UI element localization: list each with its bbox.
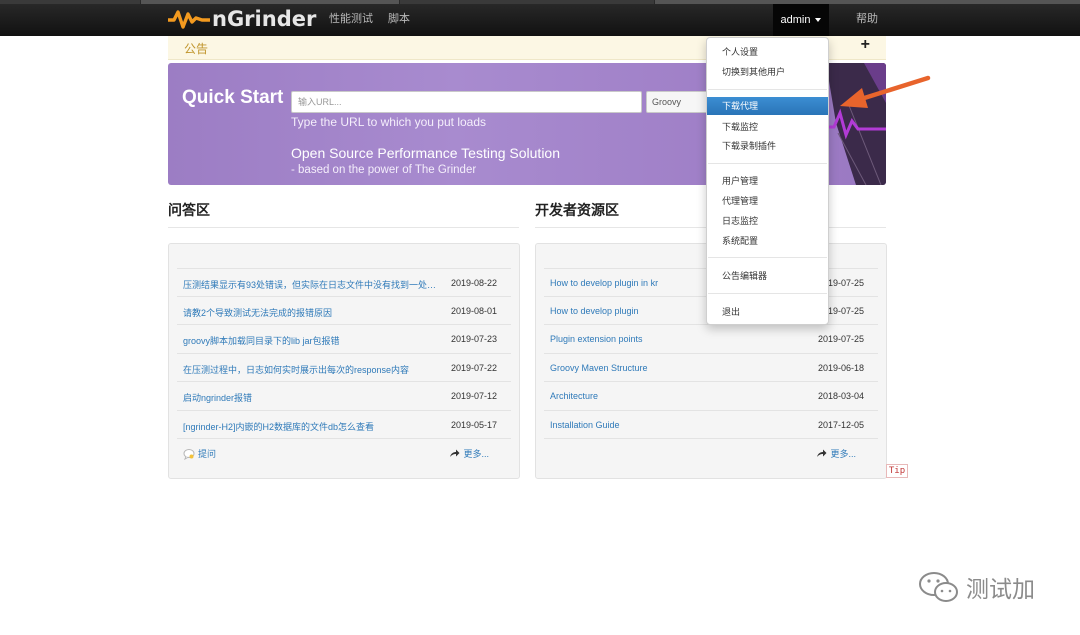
- qa-section-title: 问答区: [168, 202, 210, 218]
- divider: [168, 227, 519, 228]
- nav-script[interactable]: 脚本: [388, 10, 410, 26]
- slogan: Open Source Performance Testing Solution: [291, 145, 561, 161]
- table-row[interactable]: Architecture 2018-03-04: [544, 381, 878, 409]
- table-row[interactable]: 请教2个导致测试无法完成的报错原因 2019-08-01: [177, 296, 511, 324]
- menu-item-download-recorder[interactable]: 下载录制插件: [707, 137, 828, 155]
- ask-question-link[interactable]: 提问: [183, 447, 216, 460]
- menu-item-personal-settings[interactable]: 个人设置: [707, 43, 828, 61]
- watermark-text: 测试加: [966, 576, 1035, 602]
- resource-link[interactable]: Groovy Maven Structure: [550, 363, 808, 373]
- user-dropdown-menu: 个人设置 切换到其他用户 下载代理 下载监控 下载录制插件 用户管理 代理管理 …: [706, 37, 829, 325]
- dev-footer: 更多...: [544, 438, 878, 466]
- menu-item-download-agent[interactable]: 下载代理: [707, 97, 828, 115]
- resource-link[interactable]: Architecture: [550, 391, 808, 401]
- resource-date: 2019-06-18: [817, 363, 864, 373]
- page: nGrinder 性能测试 脚本 admin 帮助 公告 + Quick Sta…: [0, 0, 1080, 635]
- wechat-icon: [919, 572, 958, 602]
- username: admin: [780, 14, 811, 26]
- qa-more-link[interactable]: 更多...: [449, 447, 489, 460]
- table-row[interactable]: groovy脚本加载同目录下的lib jar包报错 2019-07-23: [177, 324, 511, 352]
- nav-performance-test[interactable]: 性能测试: [329, 10, 373, 26]
- menu-item-user-management[interactable]: 用户管理: [707, 172, 828, 190]
- user-menu-toggle[interactable]: admin: [773, 4, 829, 36]
- more-label: 更多...: [830, 449, 856, 459]
- table-row[interactable]: 压测结果显示有93处错误，但实际在日志文件中没有找到一处错误 2019-08-22: [177, 268, 511, 296]
- quick-start-title: Quick Start: [182, 87, 284, 108]
- table-row[interactable]: 在压测过程中，日志如何实时展示出每次的response内容 2019-07-22: [177, 353, 511, 381]
- dev-more-link[interactable]: 更多...: [816, 447, 856, 460]
- ngrinder-logo[interactable]: nGrinder: [168, 6, 316, 32]
- table-row[interactable]: 启动ngrinder报错 2019-07-12: [177, 381, 511, 409]
- dev-section-title: 开发者资源区: [535, 202, 619, 218]
- resource-date: 2017-12-05: [817, 420, 864, 430]
- browser-tab-strip: [0, 0, 1080, 4]
- question-link[interactable]: [ngrinder-H2]内嵌的H2数据库的文件db怎么查看: [183, 420, 441, 433]
- question-date: 2019-07-23: [450, 334, 497, 344]
- menu-item-system-config[interactable]: 系统配置: [707, 232, 828, 250]
- question-link[interactable]: 压测结果显示有93处错误，但实际在日志文件中没有找到一处错误: [183, 278, 441, 291]
- notice-title: 公告: [184, 42, 209, 56]
- table-row[interactable]: Installation Guide 2017-12-05: [544, 410, 878, 438]
- wechat-watermark: 测试加: [918, 570, 1035, 604]
- resource-link[interactable]: Plugin extension points: [550, 334, 808, 344]
- table-row[interactable]: Plugin extension points 2019-07-25: [544, 324, 878, 352]
- menu-item-switch-user[interactable]: 切换到其他用户: [707, 63, 828, 81]
- menu-item-log-monitor[interactable]: 日志监控: [707, 212, 828, 230]
- question-date: 2019-07-12: [450, 391, 497, 401]
- question-link[interactable]: 在压测过程中，日志如何实时展示出每次的response内容: [183, 363, 441, 376]
- speech-bubble-icon: [183, 448, 195, 460]
- more-label: 更多...: [463, 449, 489, 459]
- question-link[interactable]: groovy脚本加载同目录下的lib jar包报错: [183, 334, 441, 347]
- menu-divider: [708, 89, 827, 90]
- menu-divider: [708, 257, 827, 258]
- annotation-arrow-icon: [840, 75, 931, 108]
- question-date: 2019-07-22: [450, 363, 497, 373]
- resource-date: 2018-03-04: [817, 391, 864, 401]
- ask-label: 提问: [198, 449, 217, 459]
- question-link[interactable]: 启动ngrinder报错: [183, 391, 441, 404]
- slogan-sub: - based on the power of The Grinder: [291, 164, 477, 176]
- menu-item-agent-management[interactable]: 代理管理: [707, 192, 828, 210]
- resource-link[interactable]: Installation Guide: [550, 420, 808, 430]
- menu-divider: [708, 163, 827, 164]
- pulse-logo-icon: [168, 10, 210, 29]
- menu-item-logout[interactable]: 退出: [707, 303, 828, 321]
- brand-name: nGrinder: [212, 7, 317, 31]
- url-input[interactable]: 输入URL...: [291, 91, 642, 113]
- question-date: 2019-08-01: [450, 306, 497, 316]
- question-date: 2019-08-22: [450, 278, 497, 288]
- share-arrow-icon: [450, 449, 460, 457]
- qa-panel: 压测结果显示有93处错误，但实际在日志文件中没有找到一处错误 2019-08-22…: [168, 243, 520, 479]
- question-link[interactable]: 请教2个导致测试无法完成的报错原因: [183, 306, 441, 319]
- expand-notice-icon[interactable]: +: [861, 36, 870, 54]
- nav-help[interactable]: 帮助: [856, 10, 878, 26]
- menu-item-notice-editor[interactable]: 公告编辑器: [707, 267, 828, 285]
- menu-item-download-monitor[interactable]: 下载监控: [707, 118, 828, 136]
- top-navbar: nGrinder 性能测试 脚本 admin 帮助: [0, 0, 1080, 36]
- share-arrow-icon: [817, 449, 827, 457]
- caret-down-icon: [815, 18, 822, 22]
- table-row[interactable]: [ngrinder-H2]内嵌的H2数据库的文件db怎么查看 2019-05-17: [177, 410, 511, 438]
- url-hint: Type the URL to which you put loads: [291, 115, 486, 129]
- question-date: 2019-05-17: [450, 420, 497, 430]
- table-row[interactable]: Groovy Maven Structure 2019-06-18: [544, 353, 878, 381]
- qa-footer: 提问 更多...: [177, 438, 511, 466]
- menu-divider: [708, 293, 827, 294]
- tip-badge[interactable]: Tip: [886, 464, 908, 478]
- resource-date: 2019-07-25: [817, 334, 864, 344]
